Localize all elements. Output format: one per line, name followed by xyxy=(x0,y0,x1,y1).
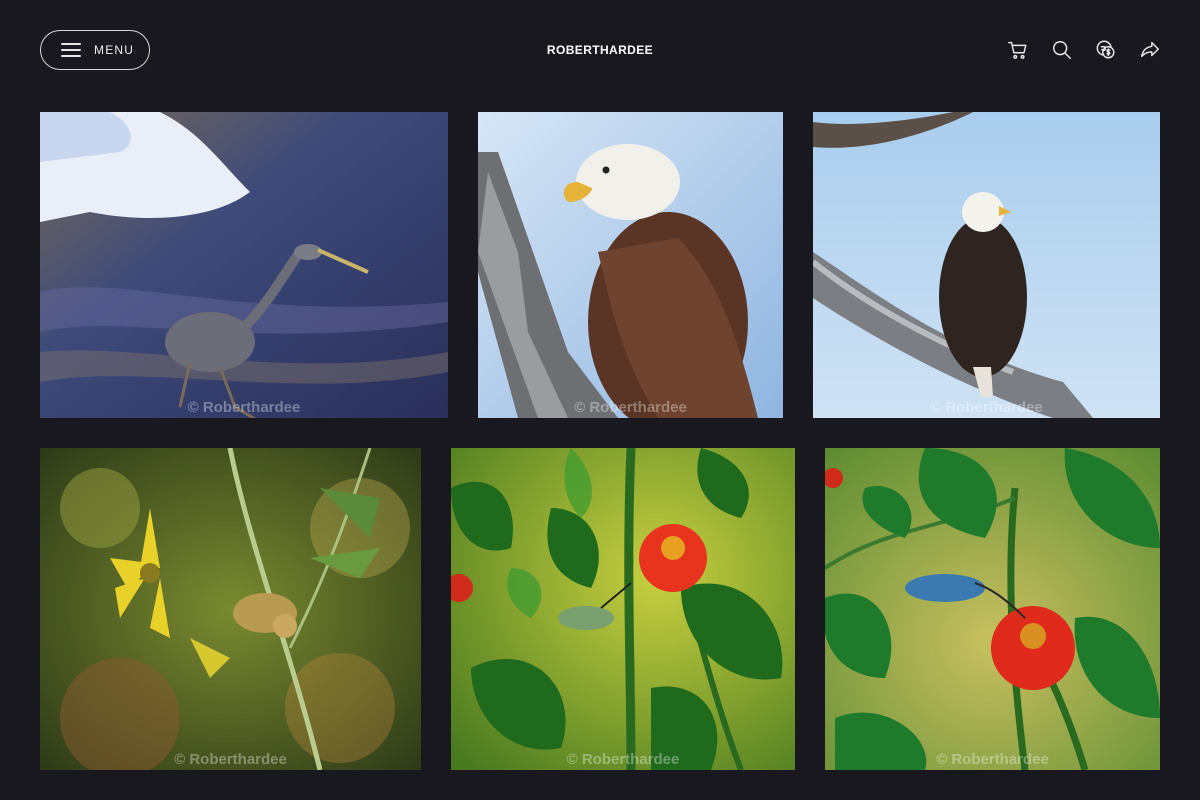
photo-hummingbird-red-flower-2[interactable]: © Roberthardee xyxy=(825,448,1160,770)
watermark: © Roberthardee xyxy=(174,751,287,768)
photo-hummingbird-red-flower[interactable]: © Roberthardee xyxy=(451,448,795,770)
photo-eagle-branch[interactable]: © Roberthardee xyxy=(813,112,1160,418)
share-icon[interactable] xyxy=(1138,38,1162,62)
hummingbird-image xyxy=(451,448,795,770)
watermark: © Roberthardee xyxy=(930,399,1043,416)
currency-icon[interactable] xyxy=(1094,38,1118,62)
heron-image xyxy=(40,112,448,418)
bird-image xyxy=(40,448,421,770)
hummingbird-image xyxy=(825,448,1160,770)
photo-bird-yellow-flower[interactable]: © Roberthardee xyxy=(40,448,421,770)
cart-icon[interactable] xyxy=(1006,38,1030,62)
watermark: © Roberthardee xyxy=(936,751,1049,768)
photo-heron[interactable]: © Roberthardee xyxy=(40,112,448,418)
header-actions xyxy=(1006,38,1162,62)
search-icon[interactable] xyxy=(1050,38,1074,62)
watermark: © Roberthardee xyxy=(574,399,687,416)
eagle-image xyxy=(813,112,1160,418)
eagle-image xyxy=(478,112,783,418)
watermark: © Roberthardee xyxy=(566,751,680,768)
photo-eagle-closeup[interactable]: © Roberthardee xyxy=(478,112,783,418)
watermark: © Roberthardee xyxy=(187,399,301,416)
